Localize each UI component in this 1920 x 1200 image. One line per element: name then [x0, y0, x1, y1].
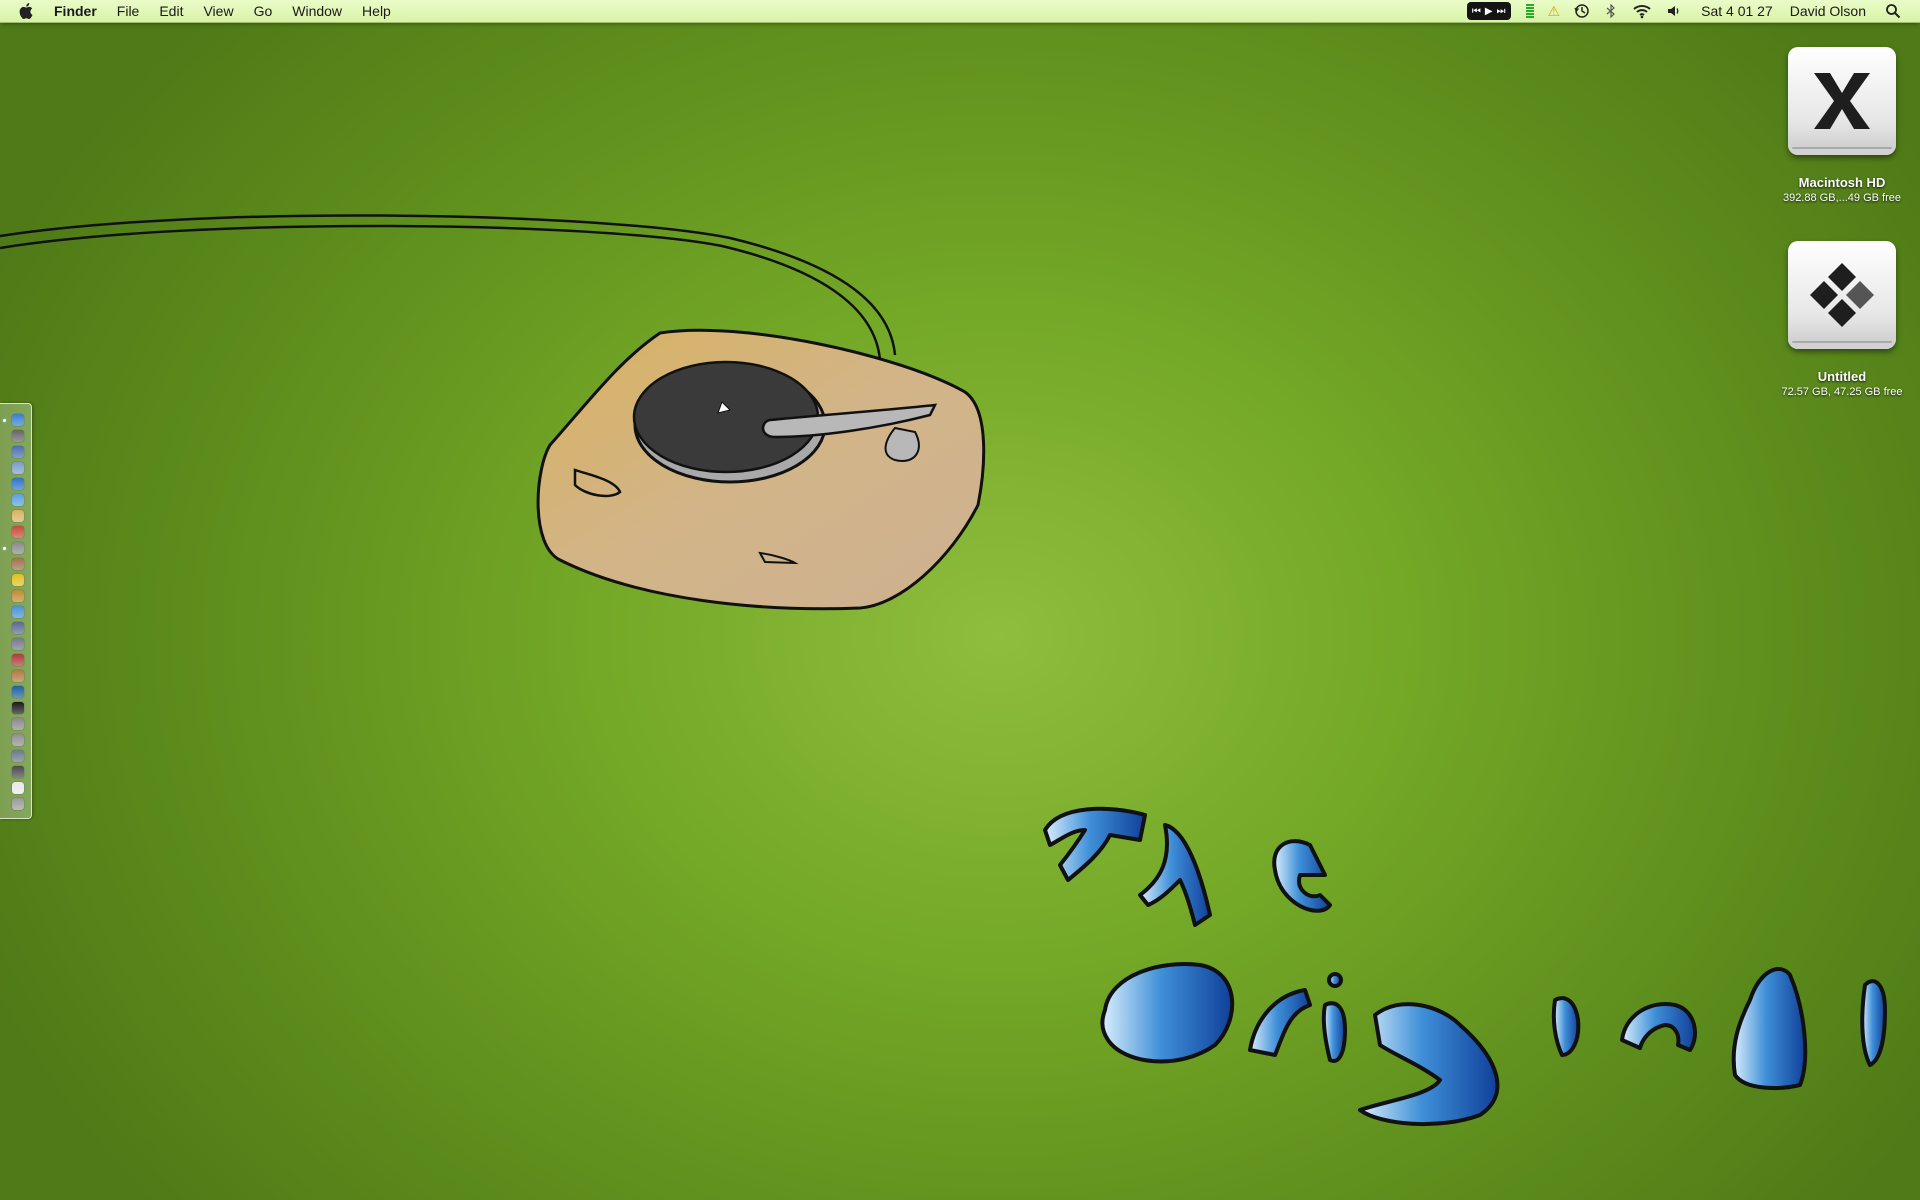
- bluetooth-icon[interactable]: [1604, 0, 1618, 22]
- drive-name: Macintosh HD: [1798, 175, 1886, 190]
- dock-app-icon[interactable]: [12, 686, 24, 698]
- next-track-icon[interactable]: ⏭: [1497, 6, 1506, 17]
- drive-name: Untitled: [1817, 369, 1867, 384]
- dock-running-indicator: [3, 419, 6, 422]
- menu-app-finder[interactable]: Finder: [50, 0, 107, 22]
- activity-meter-icon[interactable]: [1525, 0, 1534, 22]
- play-icon[interactable]: ▶: [1485, 6, 1493, 17]
- wifi-icon[interactable]: [1632, 0, 1652, 22]
- desktop[interactable]: Finder File Edit View Go Window Help ⏮ ▶…: [0, 0, 1920, 1200]
- desktop-item-macintosh-hd[interactable]: Macintosh HD 392.88 GB,...49 GB free: [1772, 47, 1912, 205]
- windows-drive-icon[interactable]: [1788, 241, 1896, 349]
- dock-app-icon[interactable]: [12, 478, 24, 490]
- dock-app-icon[interactable]: [12, 414, 24, 426]
- media-controls-icon[interactable]: ⏮ ▶ ⏭: [1466, 2, 1511, 20]
- dock-app-icon[interactable]: [12, 622, 24, 634]
- menu-go[interactable]: Go: [244, 0, 283, 22]
- dock-app-icon[interactable]: [12, 606, 24, 618]
- dock-app-icon[interactable]: [12, 574, 24, 586]
- dock-running-indicator: [3, 547, 6, 550]
- dock-app-icon[interactable]: [12, 718, 24, 730]
- menu-edit[interactable]: Edit: [149, 0, 193, 22]
- apple-menu-icon[interactable]: [16, 0, 36, 22]
- menu-bar: Finder File Edit View Go Window Help ⏮ ▶…: [0, 0, 1920, 23]
- volume-icon[interactable]: [1666, 0, 1682, 22]
- clock[interactable]: Sat 4 01 27: [1701, 0, 1773, 22]
- spotlight-icon[interactable]: [1885, 0, 1901, 22]
- menu-file[interactable]: File: [107, 0, 150, 22]
- time-machine-icon[interactable]: [1574, 0, 1590, 22]
- wallpaper-illustration: [0, 214, 1887, 1127]
- drive-info: 72.57 GB, 47.25 GB free: [1781, 386, 1903, 398]
- dock-app-icon[interactable]: [12, 510, 24, 522]
- dock-app-icon[interactable]: [12, 782, 24, 794]
- wallpaper-graffiti-text: [1043, 806, 1887, 1127]
- dock-app-icon[interactable]: [12, 542, 24, 554]
- dock-app-icon[interactable]: [12, 766, 24, 778]
- dock-app-icon[interactable]: [12, 638, 24, 650]
- dock-app-icon[interactable]: [12, 494, 24, 506]
- previous-track-icon[interactable]: ⏮: [1472, 6, 1481, 17]
- dock-app-icon[interactable]: [12, 750, 24, 762]
- desktop-item-untitled[interactable]: Untitled 72.57 GB, 47.25 GB free: [1772, 241, 1912, 399]
- user-name[interactable]: David Olson: [1790, 0, 1866, 22]
- dock-app-icon[interactable]: [12, 446, 24, 458]
- dock-app-icon[interactable]: [12, 462, 24, 474]
- dock-app-icon[interactable]: [12, 734, 24, 746]
- warning-icon[interactable]: ⚠: [1548, 0, 1561, 22]
- dock-app-icon[interactable]: [12, 590, 24, 602]
- menu-view[interactable]: View: [193, 0, 243, 22]
- dock: [0, 403, 32, 819]
- dock-app-icon[interactable]: [12, 558, 24, 570]
- menu-window[interactable]: Window: [282, 0, 352, 22]
- menu-help[interactable]: Help: [352, 0, 401, 22]
- dock-app-icon[interactable]: [12, 670, 24, 682]
- turntable-drawing: [536, 328, 986, 611]
- mac-os-x-drive-icon[interactable]: [1788, 47, 1896, 155]
- drive-info: 392.88 GB,...49 GB free: [1782, 192, 1901, 204]
- dock-app-icon[interactable]: [12, 430, 24, 442]
- dock-app-icon[interactable]: [12, 526, 24, 538]
- dock-app-icon[interactable]: [12, 654, 24, 666]
- dock-app-icon[interactable]: [12, 798, 24, 810]
- dock-app-icon[interactable]: [12, 702, 24, 714]
